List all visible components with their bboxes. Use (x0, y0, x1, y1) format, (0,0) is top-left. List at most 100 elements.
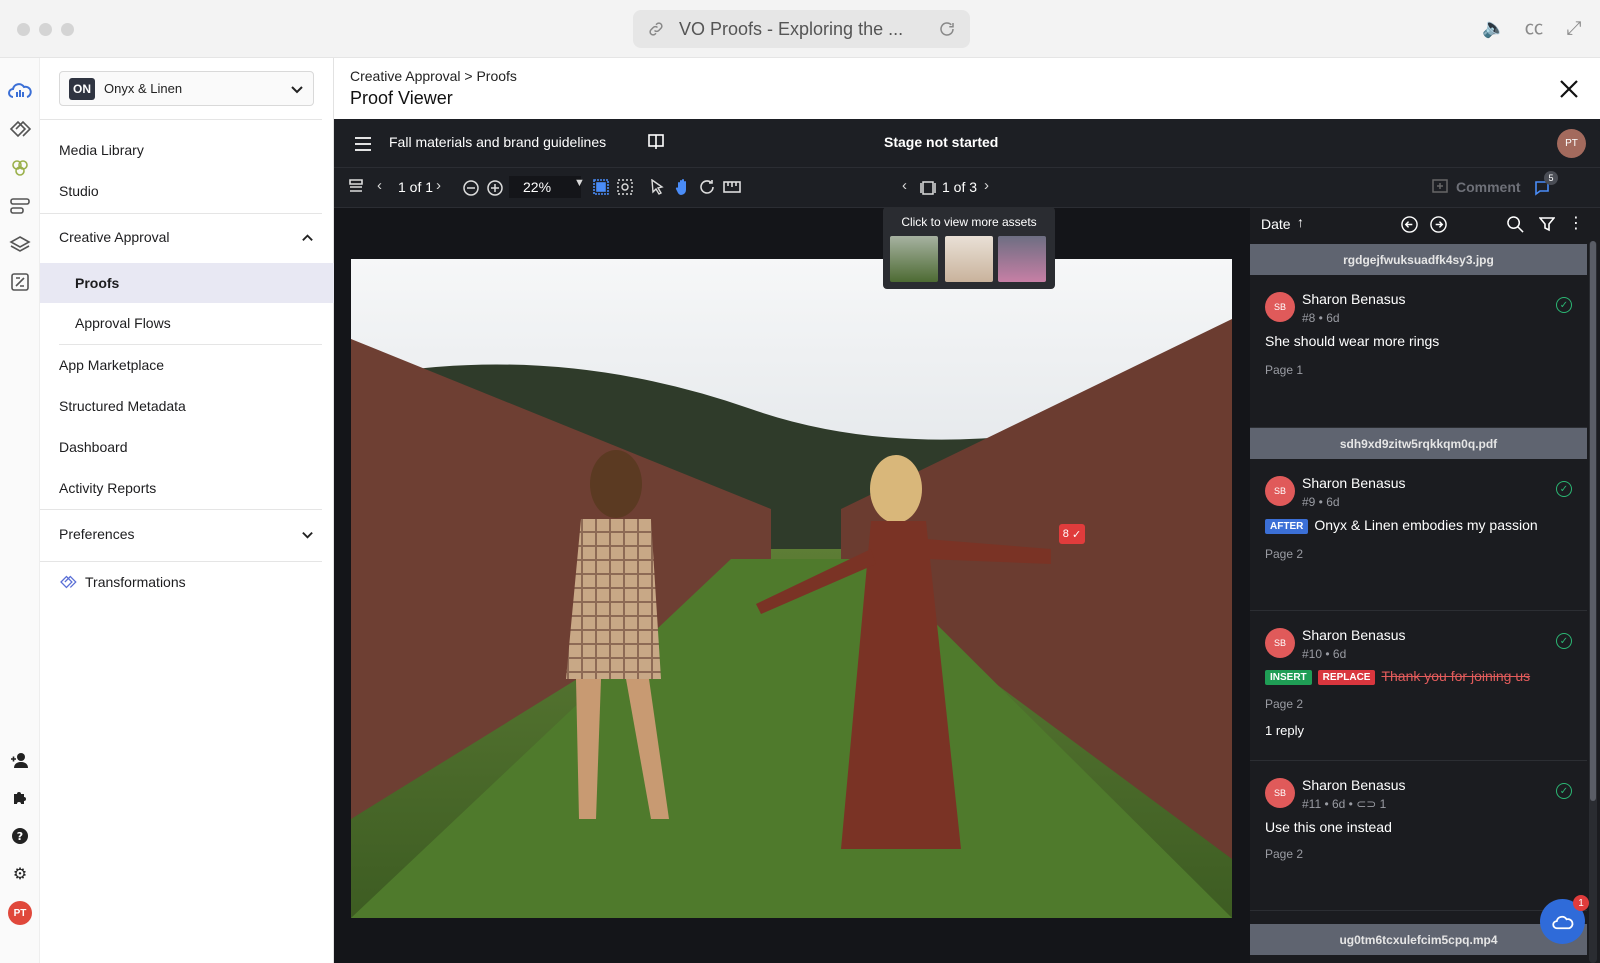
commenter-name: Sharon Benasus (1302, 627, 1406, 643)
window-zoom-control[interactable] (61, 23, 74, 36)
asset-thumbnail[interactable] (998, 236, 1046, 282)
user-avatar[interactable]: PT (8, 901, 32, 925)
sort-asc-icon[interactable]: ↑ (1297, 214, 1304, 230)
reply-count[interactable]: 1 reply (1265, 723, 1304, 738)
comment-text: AFTER Onyx & Linen embodies my passion (1265, 517, 1538, 534)
close-icon[interactable] (1558, 78, 1580, 100)
window-close-control[interactable] (17, 23, 30, 36)
asset-frame-icon[interactable] (920, 180, 936, 196)
book-icon[interactable] (647, 133, 665, 151)
commenter-name: Sharon Benasus (1302, 475, 1406, 491)
sidebar-item-creative-approval[interactable]: Creative Approval (40, 217, 334, 257)
fullscreen-icon[interactable]: ⤢ (1562, 17, 1586, 41)
sidebar-item-dashboard[interactable]: Dashboard (40, 427, 334, 467)
document-icon[interactable] (348, 178, 364, 196)
comments-scrollbar[interactable] (1589, 241, 1597, 963)
comment-meta: #9 • 6d (1302, 495, 1340, 509)
help-chat-button[interactable]: 1 (1540, 895, 1589, 944)
divider (40, 119, 322, 120)
comment-card[interactable]: SB Sharon Benasus #11 • 6d • ⊂⊃ 1 ✓ Use … (1250, 761, 1587, 911)
comment-count-badge: 5 (1544, 171, 1558, 185)
file-group-header[interactable]: rgdgejfwuksuadfk4sy3.jpg (1250, 244, 1587, 275)
arrow-right-circle-icon[interactable] (1430, 216, 1447, 233)
resolved-check-icon[interactable]: ✓ (1556, 783, 1572, 799)
search-icon[interactable] (1507, 216, 1524, 233)
resolved-check-icon[interactable]: ✓ (1556, 481, 1572, 497)
pan-hand-icon[interactable] (675, 178, 691, 196)
org-switcher[interactable]: ON Onyx & Linen (59, 71, 314, 106)
sidebar-item-app-marketplace[interactable]: App Marketplace (40, 345, 334, 385)
address-bar[interactable]: VO Proofs - Exploring the ... (633, 10, 970, 48)
zoom-dropdown-icon[interactable]: ▼ (574, 177, 585, 189)
fit-page-icon[interactable] (593, 179, 609, 195)
diamond-layers-icon[interactable] (8, 117, 32, 141)
comment-button[interactable]: Comment (1456, 179, 1521, 195)
tooltip-text: Click to view more assets (901, 215, 1037, 229)
asset-thumbnail[interactable] (890, 236, 938, 282)
zoom-out-icon[interactable] (463, 180, 479, 196)
transform-icon[interactable] (8, 270, 32, 294)
sort-by-date[interactable]: Date (1261, 216, 1291, 232)
ruler-icon[interactable] (723, 180, 741, 194)
annotation-marker[interactable]: 8 ✓ (1059, 524, 1085, 544)
scrollbar-thumb[interactable] (1590, 241, 1596, 801)
arrow-left-circle-icon[interactable] (1401, 216, 1418, 233)
sidebar-item-media-library[interactable]: Media Library (40, 130, 334, 170)
cloud-icon (1551, 915, 1573, 929)
file-group-header[interactable]: ug0tm6tcxulefcim5cpq.mp4 (1250, 924, 1587, 955)
add-comment-icon[interactable] (1432, 179, 1448, 195)
comment-card[interactable]: SB Sharon Benasus #10 • 6d ✓ INSERT REPLA… (1250, 611, 1587, 761)
viewer-toolbar: ‹ 1 of 1 › 22% ▼ ‹ 1 of 3 › Comment 5 (334, 168, 1600, 208)
settings-gear-icon[interactable]: ⚙ (8, 862, 32, 886)
window-minimize-control[interactable] (39, 23, 52, 36)
marquee-zoom-icon[interactable] (617, 179, 633, 195)
circles-icon[interactable] (8, 156, 32, 180)
speaker-icon[interactable]: 🔈 (1482, 17, 1506, 41)
sidebar-item-structured-metadata[interactable]: Structured Metadata (40, 386, 334, 426)
menu-icon[interactable] (354, 136, 372, 152)
commenter-avatar: SB (1265, 628, 1295, 658)
captions-icon[interactable]: ㏄ (1522, 17, 1546, 41)
sidebar-item-approval-flows[interactable]: Approval Flows (40, 303, 334, 343)
next-asset-icon[interactable]: › (984, 177, 989, 194)
layers-icon[interactable] (8, 232, 32, 256)
next-page-icon[interactable]: › (436, 177, 441, 194)
sidebar-item-studio[interactable]: Studio (40, 171, 334, 211)
resolved-check-icon[interactable]: ✓ (1556, 297, 1572, 313)
zoom-in-icon[interactable] (487, 180, 503, 196)
pointer-icon[interactable] (650, 179, 664, 195)
comment-card[interactable]: SB Sharon Benasus #8 • 6d ✓ She should w… (1250, 275, 1587, 428)
comment-card[interactable]: SB Sharon Benasus #9 • 6d ✓ AFTER Onyx & … (1250, 459, 1587, 611)
viewer-user-avatar[interactable]: PT (1557, 129, 1586, 158)
file-group-header[interactable]: sdh9xd9zitw5rqkkqm0q.pdf (1250, 428, 1587, 459)
asset-counter[interactable]: 1 of 3 (942, 179, 977, 195)
tab-title: VO Proofs - Exploring the ... (679, 18, 904, 39)
help-icon[interactable]: ? (8, 824, 32, 848)
window-titlebar: VO Proofs - Exploring the ... 🔈 ㏄ ⤢ (0, 0, 1600, 58)
more-options-icon[interactable]: ⋮ (1568, 213, 1584, 233)
comment-text: She should wear more rings (1265, 333, 1440, 349)
prev-page-icon[interactable]: ‹ (377, 177, 382, 194)
sidebar-item-activity-reports[interactable]: Activity Reports (40, 468, 334, 508)
breadcrumb[interactable]: Creative Approval > Proofs (350, 68, 517, 84)
asset-thumbnail[interactable] (945, 236, 993, 282)
add-user-icon[interactable] (8, 748, 32, 772)
flow-icon[interactable] (8, 194, 32, 218)
org-badge: ON (69, 77, 95, 100)
sidebar-item-transformations[interactable]: Transformations (40, 562, 334, 602)
puzzle-icon[interactable] (8, 786, 32, 810)
sidebar-item-proofs[interactable]: Proofs (40, 263, 334, 303)
attachment-icon: ⊂⊃ (1356, 797, 1380, 811)
page-header: Creative Approval > Proofs Proof Viewer (334, 58, 1600, 119)
prev-asset-icon[interactable]: ‹ (902, 177, 907, 194)
comment-page: Page 2 (1265, 547, 1304, 561)
proof-image[interactable] (351, 259, 1232, 918)
rotate-icon[interactable] (699, 179, 715, 195)
cloud-logo-icon[interactable] (8, 78, 32, 102)
zoom-input[interactable]: 22% (509, 176, 581, 198)
filter-icon[interactable] (1539, 216, 1555, 232)
reload-icon[interactable] (938, 20, 956, 38)
comment-page: Page 2 (1265, 697, 1304, 711)
sidebar-item-preferences[interactable]: Preferences (40, 514, 334, 554)
resolved-check-icon[interactable]: ✓ (1556, 633, 1572, 649)
